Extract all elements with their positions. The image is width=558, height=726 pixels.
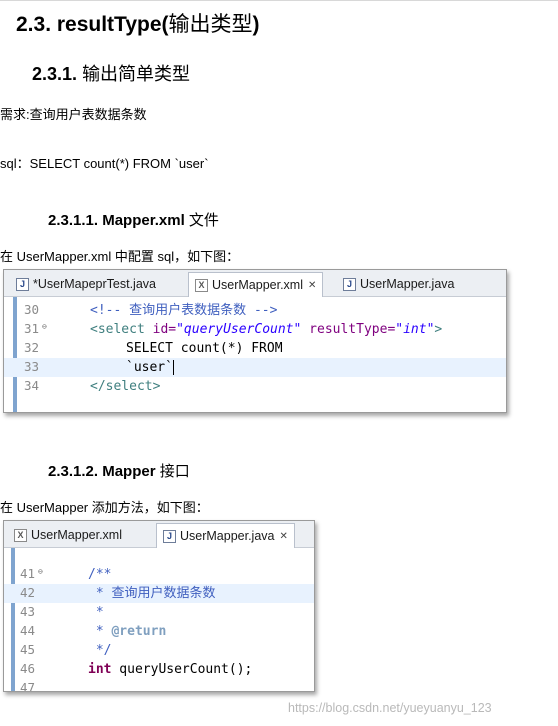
heading-mapper-interface: 2.3.1.2. Mapper 接口: [48, 463, 190, 480]
code-line: 32 SELECT count(*) FROM: [24, 340, 283, 356]
java-file-icon: J: [16, 277, 29, 291]
xml-editor-screenshot: J *UserMapeprTest.java X UserMapper.xml ✕ J…: [3, 269, 507, 413]
top-divider: [0, 0, 558, 1]
java-file-icon: J: [343, 277, 356, 291]
xml-file-icon: X: [14, 528, 27, 542]
tab-usermapper-java[interactable]: J UserMapper.java: [337, 273, 455, 295]
tab-usermapper-xml[interactable]: X UserMapper.xml ✕: [188, 272, 324, 297]
code-line: 47: [20, 680, 36, 692]
editor-tab-bar: J *UserMapeprTest.java X UserMapper.xml ✕ J…: [4, 270, 506, 297]
heading-simple-type: 2.3.1. 输出简单类型: [32, 64, 191, 84]
mapper-xml-description: 在 UserMapper.xml 中配置 sql，如下图：: [0, 249, 240, 264]
tab-usermapper-xml[interactable]: X UserMapper.xml: [8, 524, 122, 546]
code-line: 31 ⊖ <select id="queryUserCount" resultT…: [24, 321, 443, 337]
fold-toggle-icon[interactable]: ⊖: [38, 567, 43, 576]
code-editor[interactable]: 41 ⊖ /** 42 * 查询用户数据条数 43 * 44 * @return…: [4, 548, 314, 691]
heading-mapper-xml: 2.3.1.1. Mapper.xml 文件: [48, 212, 219, 229]
heading-resulttype: 2.3. resultType(输出类型): [16, 13, 260, 36]
close-icon[interactable]: ✕: [280, 531, 288, 542]
code-line: 30 <!-- 查询用户表数据条数 -->: [24, 302, 278, 318]
code-line-current: 42 * 查询用户数据条数: [4, 584, 314, 603]
code-line: 45 */: [20, 642, 112, 658]
code-line: 44 * @return: [20, 623, 167, 639]
requirement-text: 需求:查询用户表数据条数: [0, 107, 147, 122]
text-cursor: [172, 360, 174, 375]
fold-toggle-icon[interactable]: ⊖: [42, 322, 47, 331]
code-line-current: 33 `user`: [4, 358, 506, 377]
close-icon[interactable]: ✕: [308, 280, 316, 291]
xml-file-icon: X: [195, 278, 208, 292]
sql-text: sql：SELECT count(*) FROM `user`: [0, 156, 209, 171]
code-line: 43 *: [20, 604, 104, 620]
code-line: 41 ⊖ /**: [20, 566, 112, 582]
code-line: 46 int queryUserCount();: [20, 661, 253, 677]
java-file-icon: J: [163, 529, 176, 543]
watermark: https://blog.csdn.net/yueyuanyu_123: [288, 701, 492, 715]
mapper-interface-description: 在 UserMapper 添加方法，如下图：: [0, 500, 209, 515]
code-editor[interactable]: 30 <!-- 查询用户表数据条数 --> 31 ⊖ <select id="q…: [4, 297, 506, 412]
tab-usermapper-java[interactable]: J UserMapper.java ✕: [156, 523, 295, 548]
tab-usermapeprtest-java[interactable]: J *UserMapeprTest.java: [10, 273, 156, 295]
editor-tab-bar: X UserMapper.xml J UserMapper.java ✕: [4, 521, 314, 548]
code-line: 34 </select>: [24, 378, 161, 394]
java-editor-screenshot: X UserMapper.xml J UserMapper.java ✕ 41 ⊖ /…: [3, 520, 315, 692]
